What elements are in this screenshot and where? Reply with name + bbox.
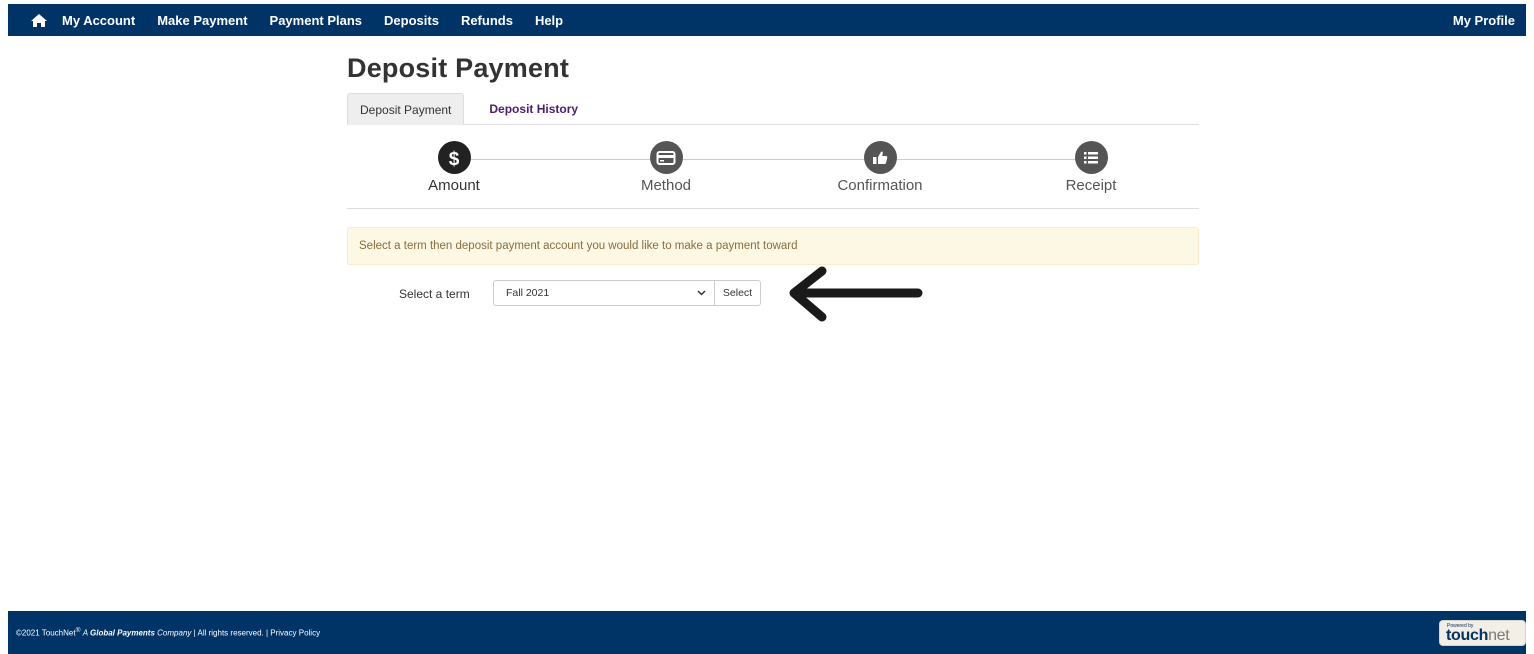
step-label: Method [640, 177, 692, 194]
step-receipt: Receipt [1021, 141, 1161, 194]
list-icon [1074, 141, 1108, 174]
logo-light-text: net [1488, 626, 1510, 644]
term-label: Select a term [399, 287, 470, 301]
credit-card-icon [649, 141, 683, 174]
term-dropdown[interactable]: Fall 2021 [493, 280, 715, 306]
annotation-arrow-icon [786, 265, 926, 330]
logo-bold-text: touch [1446, 626, 1489, 644]
svg-text:$: $ [449, 149, 460, 169]
copyright-text: ©2021 TouchNet [16, 628, 76, 638]
info-alert: Select a term then deposit payment accou… [347, 227, 1199, 265]
dollar-icon: $ [437, 141, 471, 174]
step-confirmation: Confirmation [810, 141, 950, 194]
step-amount: $ Amount [384, 141, 524, 194]
chevron-down-icon [697, 288, 706, 300]
page-title: Deposit Payment [347, 53, 570, 83]
touchnet-logo: Powered by touchnet [1439, 619, 1526, 646]
home-icon[interactable] [30, 12, 48, 28]
main-content: Deposit Payment Deposit Payment Deposit … [347, 36, 1199, 319]
footer: ©2021 TouchNet® A Global Payments Compan… [8, 611, 1526, 654]
privacy-policy-link[interactable]: Privacy Policy [270, 629, 320, 638]
nav-help[interactable]: Help [535, 13, 563, 28]
step-label: Confirmation [837, 177, 923, 194]
nav-payment-plans[interactable]: Payment Plans [270, 13, 363, 28]
tab-bar: Deposit Payment Deposit History [347, 93, 1199, 125]
term-selector-row: Select a term Fall 2021 Select [347, 279, 1199, 319]
tab-deposit-payment[interactable]: Deposit Payment [347, 93, 465, 125]
steps-connector-line [455, 159, 1095, 160]
step-label: Amount [428, 177, 480, 194]
step-method: Method [596, 141, 736, 194]
tab-deposit-history[interactable]: Deposit History [477, 93, 590, 124]
footer-copyright: ©2021 TouchNet® A Global Payments Compan… [16, 627, 321, 638]
nav-my-profile[interactable]: My Profile [1453, 13, 1515, 28]
nav-deposits[interactable]: Deposits [384, 13, 439, 28]
thumbs-up-icon [863, 141, 897, 174]
company-name: Global Payments [90, 628, 155, 638]
rights-text: | All rights reserved. | [193, 628, 269, 638]
select-term-button[interactable]: Select [714, 280, 761, 306]
progress-steps: $ Amount Method Confirmation Receipt [347, 125, 1199, 209]
step-label: Receipt [1065, 177, 1117, 194]
company-suffix: Company [157, 628, 192, 638]
nav-my-account[interactable]: My Account [62, 13, 135, 28]
top-navbar: My Account Make Payment Payment Plans De… [8, 4, 1526, 36]
company-prefix: A [82, 628, 88, 638]
term-selected-value: Fall 2021 [506, 287, 550, 299]
nav-make-payment[interactable]: Make Payment [157, 13, 247, 28]
nav-refunds[interactable]: Refunds [461, 13, 513, 28]
